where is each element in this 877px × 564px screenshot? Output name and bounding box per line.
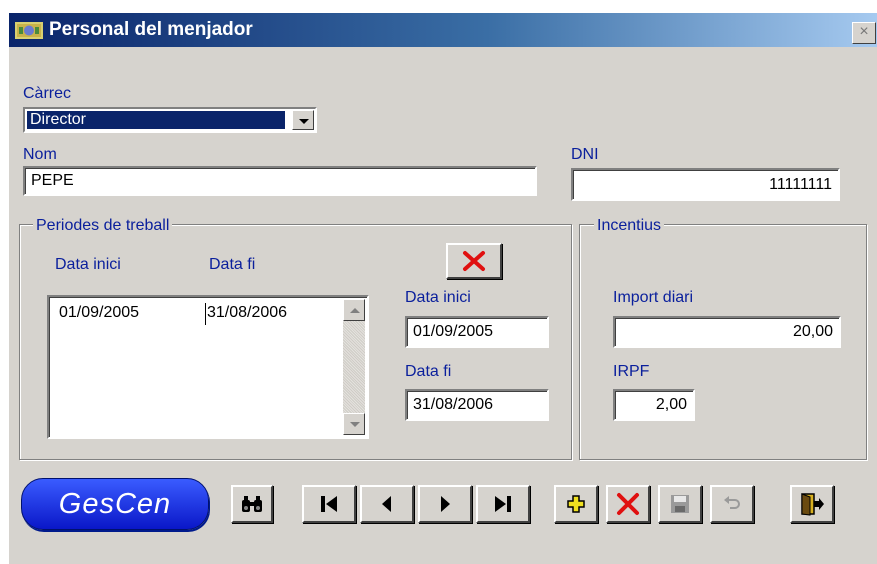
- close-button[interactable]: ×: [852, 22, 876, 44]
- logo-text: GesCen: [58, 488, 172, 520]
- app-icon: [15, 22, 43, 39]
- undo-icon: [724, 496, 740, 509]
- column-header-data-inici: Data inici: [55, 256, 121, 273]
- save-icon: [671, 495, 689, 513]
- delete-period-button[interactable]: [446, 243, 502, 279]
- gescen-logo: GesCen: [21, 478, 209, 530]
- binoculars-icon: [242, 496, 262, 512]
- last-record-button[interactable]: [476, 485, 530, 523]
- exit-button[interactable]: [790, 485, 834, 523]
- prev-record-icon: [382, 496, 391, 512]
- delete-icon: [463, 251, 485, 271]
- prev-record-button[interactable]: [360, 485, 414, 523]
- add-icon: [567, 495, 585, 513]
- nom-label: Nom: [23, 146, 57, 163]
- data-fi-field[interactable]: 31/08/2006: [405, 389, 549, 421]
- irpf-label: IRPF: [613, 363, 650, 380]
- delete-icon: [617, 493, 639, 515]
- dni-label: DNI: [571, 146, 599, 163]
- arrow-up-icon: [350, 308, 360, 313]
- scroll-up-button[interactable]: [343, 299, 365, 321]
- save-button[interactable]: [658, 485, 702, 523]
- window-title: Personal del menjador: [49, 19, 253, 40]
- chevron-down-icon: [299, 119, 309, 124]
- irpf-field[interactable]: 2,00: [613, 389, 695, 421]
- title-bar: Personal del menjador ×: [9, 13, 877, 47]
- dialog-window: Personal del menjador × Càrrec Director …: [8, 13, 877, 564]
- carrec-label: Càrrec: [23, 85, 72, 102]
- scroll-down-button[interactable]: [343, 413, 365, 435]
- search-button[interactable]: [231, 485, 273, 523]
- column-header-data-fi: Data fi: [209, 256, 256, 273]
- nom-field[interactable]: PEPE: [23, 166, 537, 196]
- data-inici-field[interactable]: 01/09/2005: [405, 316, 549, 348]
- row-data-fi[interactable]: 31/08/2006: [207, 303, 287, 323]
- last-record-icon: [495, 496, 511, 512]
- carrec-selected-value: Director: [26, 110, 286, 130]
- carrec-dropdown-button[interactable]: [292, 110, 314, 130]
- import-diari-field[interactable]: 20,00: [613, 316, 841, 348]
- periodes-list[interactable]: 01/09/2005 31/08/2006: [47, 295, 369, 439]
- column-separator: [205, 303, 206, 325]
- dni-field[interactable]: 11111111: [571, 168, 840, 201]
- vertical-scrollbar[interactable]: [343, 299, 365, 435]
- data-inici-label: Data inici: [405, 289, 471, 306]
- add-record-button[interactable]: [554, 485, 598, 523]
- import-diari-label: Import diari: [613, 289, 694, 306]
- row-data-inici[interactable]: 01/09/2005: [59, 303, 139, 323]
- next-record-button[interactable]: [418, 485, 472, 523]
- carrec-select[interactable]: Director: [23, 107, 317, 133]
- periodes-title: Periodes de treball: [33, 217, 173, 235]
- data-fi-label: Data fi: [405, 363, 452, 380]
- undo-button[interactable]: [710, 485, 754, 523]
- first-record-button[interactable]: [302, 485, 356, 523]
- arrow-down-icon: [350, 422, 360, 427]
- incentius-title: Incentius: [594, 217, 665, 235]
- exit-icon: [801, 493, 824, 516]
- first-record-icon: [321, 496, 337, 512]
- next-record-icon: [441, 496, 450, 512]
- delete-record-button[interactable]: [606, 485, 650, 523]
